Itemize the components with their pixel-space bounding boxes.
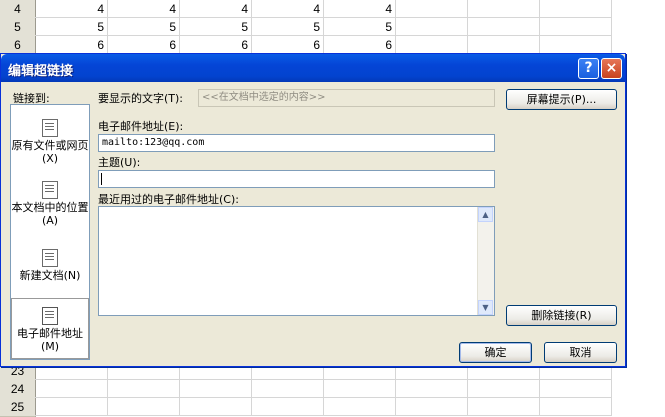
sheet-cell[interactable]: 5: [180, 18, 252, 36]
subject-label: 主题(U):: [98, 156, 141, 169]
row-header[interactable]: 24: [0, 380, 36, 399]
document-place-icon: [42, 181, 58, 199]
nav-create-new-document[interactable]: 新建文档(N): [11, 249, 89, 282]
sheet-cell[interactable]: [252, 380, 324, 398]
sheet-cell[interactable]: [180, 380, 252, 398]
sheet-cell[interactable]: [396, 398, 468, 416]
sheet-cell[interactable]: 5: [108, 18, 180, 36]
sheet-cell[interactable]: 4: [108, 0, 180, 18]
sheet-cell[interactable]: [108, 398, 180, 416]
sheet-cell[interactable]: 6: [252, 36, 324, 54]
recent-emails-scrollbar[interactable]: ▲ ▼: [477, 207, 494, 315]
sheet-cell[interactable]: 6: [180, 36, 252, 54]
sheet-cell[interactable]: 5: [35, 18, 108, 36]
sheet-cell[interactable]: [324, 398, 396, 416]
sheet-cell[interactable]: [396, 380, 468, 398]
nav-existing-file-or-web-page[interactable]: 原有文件或网页(X): [11, 119, 89, 165]
sheet-cell[interactable]: [540, 0, 612, 18]
scroll-up-icon[interactable]: ▲: [478, 207, 493, 222]
sheet-cell[interactable]: [396, 18, 468, 36]
new-document-icon: [42, 249, 58, 267]
sheet-cell[interactable]: 5: [252, 18, 324, 36]
sheet-cell[interactable]: 6: [35, 36, 108, 54]
sheet-cell[interactable]: [180, 398, 252, 416]
sheet-cell[interactable]: [396, 36, 468, 54]
sheet-cell[interactable]: [540, 380, 612, 398]
sheet-cell[interactable]: [468, 36, 540, 54]
dialog-title: 编辑超链接: [8, 64, 74, 79]
sheet-cell[interactable]: [324, 380, 396, 398]
sheet-cell[interactable]: 4: [180, 0, 252, 18]
help-button[interactable]: ?: [578, 58, 599, 79]
sheet-cell[interactable]: [468, 18, 540, 36]
sheet-cell[interactable]: 6: [108, 36, 180, 54]
row-header[interactable]: 4: [0, 0, 36, 19]
ok-button[interactable]: 确定: [459, 342, 532, 363]
sheet-cell[interactable]: [540, 398, 612, 416]
nav-label: 本文档中的位置(A): [11, 201, 89, 227]
sheet-cell[interactable]: [35, 380, 108, 398]
subject-input[interactable]: [98, 170, 495, 188]
email-icon: [42, 307, 58, 325]
sheet-cell[interactable]: 6: [324, 36, 396, 54]
dialog-titlebar[interactable]: 编辑超链接 ? ×: [1, 54, 625, 82]
sheet-cell[interactable]: [396, 0, 468, 18]
text-caret: [101, 173, 102, 185]
sheet-cell[interactable]: 4: [252, 0, 324, 18]
display-text-label: 要显示的文字(T):: [98, 92, 184, 105]
web-page-icon: [42, 119, 58, 137]
link-to-panel: 原有文件或网页(X) 本文档中的位置(A) 新建文档(N) 电子邮件地址(M): [10, 104, 90, 360]
edit-hyperlink-dialog: 编辑超链接 ? × 链接到: 要显示的文字(T): <<在文档中选定的内容>> …: [0, 53, 626, 367]
sheet-cell[interactable]: [468, 380, 540, 398]
screentip-button[interactable]: 屏幕提示(P)...: [506, 89, 617, 110]
email-address-label: 电子邮件地址(E):: [98, 120, 184, 133]
help-icon: ?: [584, 60, 593, 76]
recent-emails-list[interactable]: ▲ ▼: [98, 206, 495, 316]
sheet-cell[interactable]: [108, 380, 180, 398]
cancel-button[interactable]: 取消: [544, 342, 617, 363]
row-header[interactable]: 5: [0, 18, 36, 37]
sheet-cell[interactable]: [540, 36, 612, 54]
sheet-cell[interactable]: 4: [35, 0, 108, 18]
nav-label: 电子邮件地址(M): [17, 327, 83, 353]
email-address-input[interactable]: mailto:123@qq.com: [98, 134, 495, 152]
sheet-cell[interactable]: [468, 0, 540, 18]
scroll-down-icon[interactable]: ▼: [478, 300, 493, 315]
row-header[interactable]: 25: [0, 398, 36, 417]
nav-place-in-document[interactable]: 本文档中的位置(A): [11, 181, 89, 227]
sheet-cell[interactable]: [35, 398, 108, 416]
nav-email-address[interactable]: 电子邮件地址(M): [11, 298, 89, 359]
nav-label: 原有文件或网页(X): [11, 139, 89, 165]
display-text-input[interactable]: <<在文档中选定的内容>>: [198, 89, 495, 107]
sheet-cell[interactable]: [540, 18, 612, 36]
recent-emails-label: 最近用过的电子邮件地址(C):: [98, 193, 239, 206]
remove-link-button[interactable]: 删除链接(R): [506, 305, 617, 326]
nav-label: 新建文档(N): [19, 269, 81, 282]
sheet-cell[interactable]: 5: [324, 18, 396, 36]
close-icon: ×: [605, 60, 618, 76]
sheet-cell[interactable]: 4: [324, 0, 396, 18]
sheet-cell[interactable]: [468, 398, 540, 416]
close-button[interactable]: ×: [601, 58, 622, 79]
sheet-cell[interactable]: [252, 398, 324, 416]
